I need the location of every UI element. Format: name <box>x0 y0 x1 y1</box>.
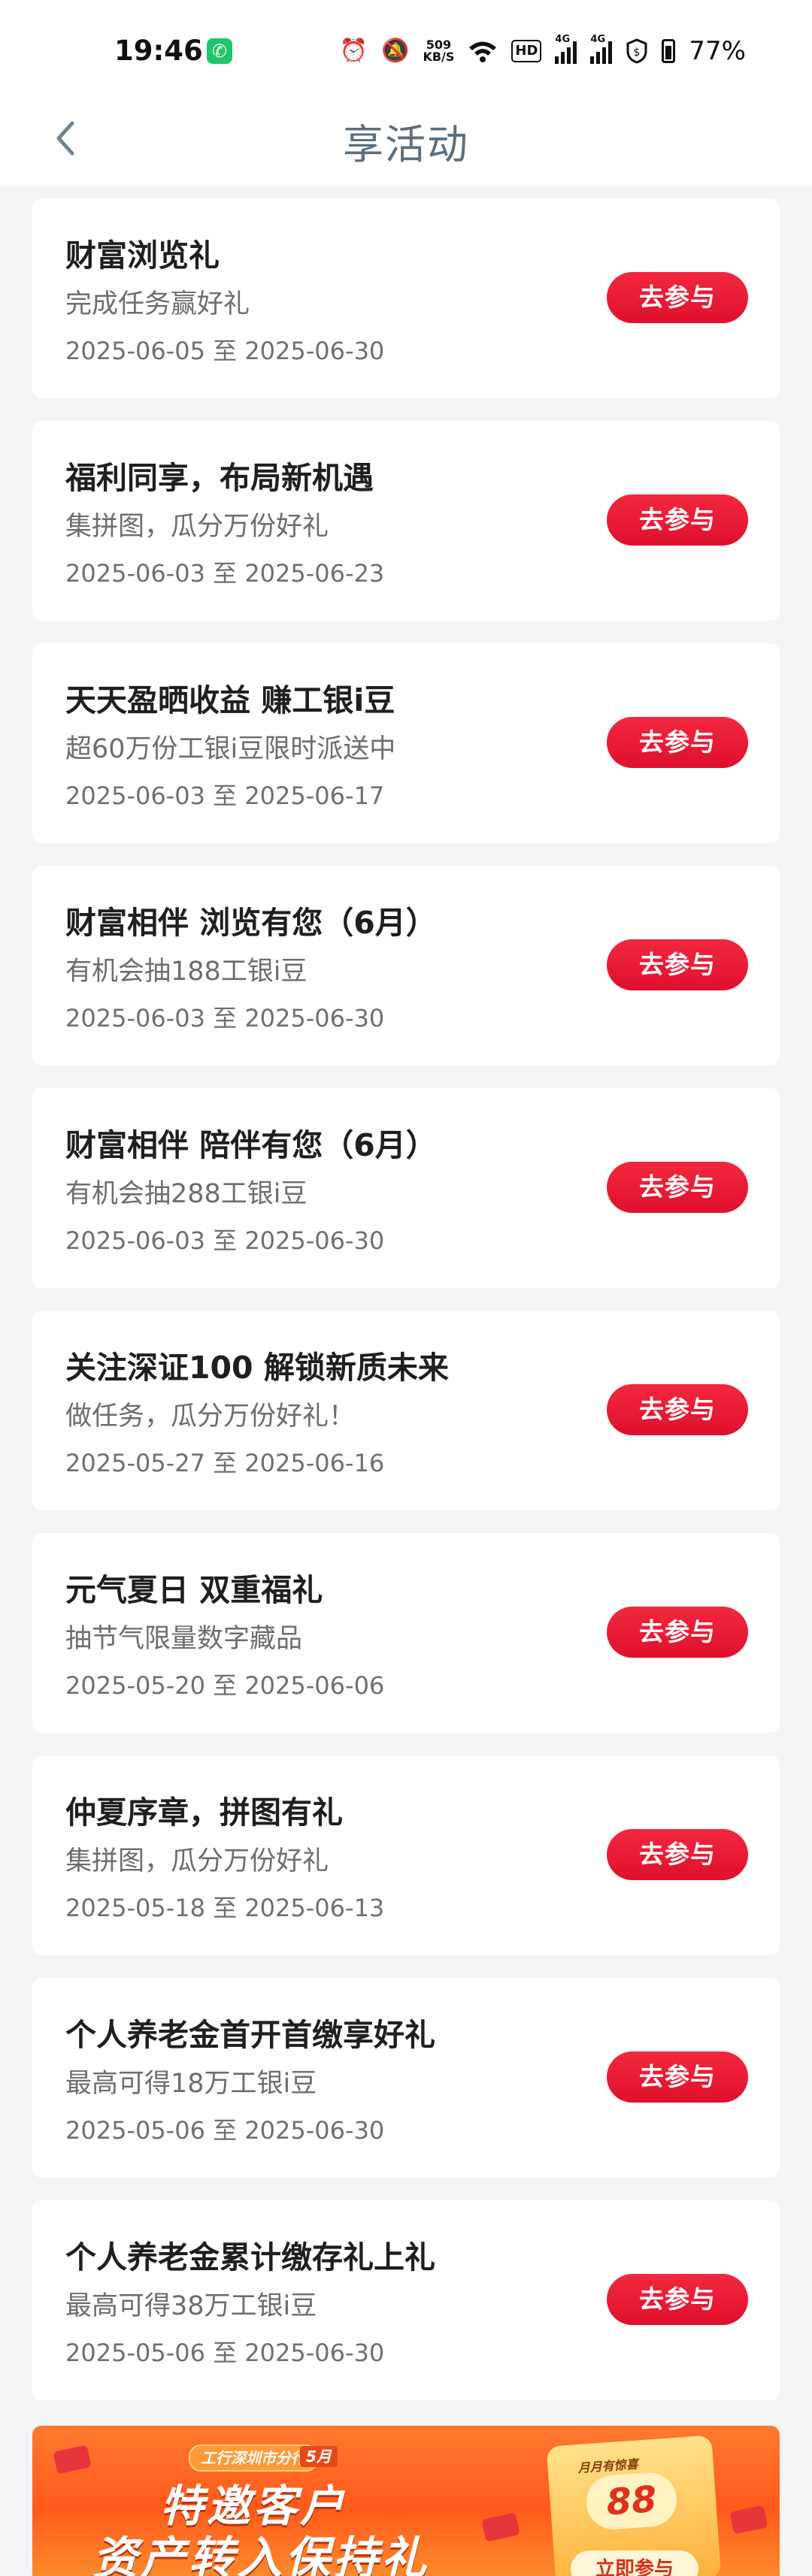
activity-title: 福利同享，布局新机遇 <box>65 460 374 496</box>
join-button[interactable]: 去参与 <box>607 2051 748 2103</box>
activity-title: 仲夏序章，拼图有礼 <box>65 1794 343 1831</box>
join-button[interactable]: 去参与 <box>607 1384 748 1435</box>
activity-date: 2025-06-05 至 2025-06-30 <box>65 337 385 365</box>
activity-date: 2025-05-06 至 2025-06-30 <box>65 2116 385 2145</box>
activity-date: 2025-06-03 至 2025-06-30 <box>65 1226 385 1255</box>
join-button[interactable]: 去参与 <box>607 272 748 323</box>
activity-title: 财富浏览礼 <box>65 237 220 274</box>
activity-title: 元气夏日 双重福礼 <box>65 1572 323 1608</box>
activity-card[interactable]: 关注深证100 解锁新质未来 做任务，瓜分万份好礼！ 2025-05-27 至 … <box>32 1311 780 1510</box>
activity-date: 2025-05-27 至 2025-06-16 <box>65 1449 385 1477</box>
signal-4g-icon: 4G <box>590 34 613 64</box>
mute-icon: 🔕 <box>381 38 410 64</box>
activity-title: 天天盈晒收益 赚工银i豆 <box>65 682 395 718</box>
join-button[interactable]: 去参与 <box>607 1829 748 1880</box>
activity-card[interactable]: 个人养老金累计缴存礼上礼 最高可得38万工银i豆 2025-05-06 至 20… <box>32 2200 780 2400</box>
activity-subtitle: 完成任务赢好礼 <box>65 289 250 319</box>
activity-title: 个人养老金累计缴存礼上礼 <box>65 2239 435 2275</box>
hd-icon: HD <box>511 40 542 62</box>
activity-title: 个人养老金首开首缴享好礼 <box>65 2017 435 2053</box>
activity-card[interactable]: 福利同享，布局新机遇 集拼图，瓜分万份好礼 2025-06-03 至 2025-… <box>32 421 780 621</box>
activity-subtitle: 集拼图，瓜分万份好礼 <box>65 512 329 542</box>
activity-date: 2025-05-20 至 2025-06-06 <box>65 1671 385 1700</box>
activity-title: 关注深证100 解锁新质未来 <box>65 1350 449 1386</box>
header: 享活动 <box>0 98 812 186</box>
activity-subtitle: 最高可得18万工银i豆 <box>65 2069 317 2099</box>
activity-date: 2025-06-03 至 2025-06-17 <box>65 782 385 810</box>
join-button[interactable]: 去参与 <box>607 717 748 768</box>
phone-call-icon: ✆ <box>207 38 232 64</box>
activity-subtitle: 超60万份工银i豆限时派送中 <box>65 734 396 764</box>
activity-card[interactable]: 财富浏览礼 完成任务赢好礼 2025-06-05 至 2025-06-30 去参… <box>32 198 780 398</box>
join-button[interactable]: 去参与 <box>607 494 748 546</box>
gift-label: 月月有惊喜 <box>577 2457 639 2476</box>
wifi-icon <box>469 41 497 62</box>
page-title: 享活动 <box>343 121 469 168</box>
activity-subtitle: 做任务，瓜分万份好礼！ <box>65 1401 356 1432</box>
promo-banner[interactable]: 工行深圳市分行 5月 特邀客户 资产转入保持礼 月月有惊喜 88 立即参与 <box>32 2426 780 2576</box>
join-button[interactable]: 去参与 <box>607 2274 748 2325</box>
net-speed: 509 KB/S <box>423 39 454 63</box>
banner-month-badge: 5月 <box>300 2446 338 2467</box>
banner-subtitle: 资产转入保持礼 <box>92 2532 429 2576</box>
svg-text:$: $ <box>634 47 641 59</box>
activity-card[interactable]: 元气夏日 双重福礼 抽节气限量数字藏品 2025-05-20 至 2025-06… <box>32 1533 780 1733</box>
activity-card[interactable]: 天天盈晒收益 赚工银i豆 超60万份工银i豆限时派送中 2025-06-03 至… <box>32 643 780 843</box>
shield-icon: $ <box>626 38 647 64</box>
decorative-envelope-icon <box>481 2512 520 2542</box>
net-speed-unit: KB/S <box>423 50 455 64</box>
decorative-envelope-icon <box>729 2505 768 2535</box>
activity-subtitle: 抽节气限量数字藏品 <box>65 1624 303 1654</box>
activity-card[interactable]: 财富相伴 浏览有您（6月） 有机会抽188工银i豆 2025-06-03 至 2… <box>32 866 780 1066</box>
battery-percent: 77% <box>689 36 746 66</box>
activity-list: 财富浏览礼 完成任务赢好礼 2025-06-05 至 2025-06-30 去参… <box>32 198 780 2423</box>
signal-4g-icon: 4G <box>555 34 577 64</box>
activity-date: 2025-06-03 至 2025-06-23 <box>65 559 385 588</box>
activity-title: 财富相伴 陪伴有您（6月） <box>65 1127 437 1163</box>
join-button[interactable]: 去参与 <box>607 1162 748 1213</box>
activity-subtitle: 有机会抽188工银i豆 <box>65 957 308 987</box>
join-button[interactable]: 去参与 <box>607 1607 748 1658</box>
activity-title: 财富相伴 浏览有您（6月） <box>65 905 437 941</box>
activity-date: 2025-05-18 至 2025-06-13 <box>65 1894 385 1922</box>
battery-icon <box>662 39 676 63</box>
activity-subtitle: 集拼图，瓜分万份好礼 <box>65 1846 329 1876</box>
status-bar: 19:46 ✆ ⏰ 🔕 509 KB/S HD 4G 4G $ 77% <box>0 0 812 98</box>
banner-branch-badge: 工行深圳市分行 <box>189 2444 318 2472</box>
activity-date: 2025-06-03 至 2025-06-30 <box>65 1004 385 1033</box>
status-icons: ⏰ 🔕 509 KB/S HD 4G 4G $ 77% <box>340 33 746 69</box>
gift-amount: 88 <box>584 2471 679 2532</box>
activity-card[interactable]: 仲夏序章，拼图有礼 集拼图，瓜分万份好礼 2025-05-18 至 2025-0… <box>32 1755 780 1955</box>
activity-card[interactable]: 个人养老金首开首缴享好礼 最高可得18万工银i豆 2025-05-06 至 20… <box>32 1978 780 2178</box>
signal-label-2: 4G <box>590 34 606 45</box>
decorative-envelope-icon <box>53 2444 92 2475</box>
activity-subtitle: 最高可得38万工银i豆 <box>65 2291 317 2321</box>
join-button[interactable]: 去参与 <box>607 939 748 990</box>
activity-card[interactable]: 财富相伴 陪伴有您（6月） 有机会抽288工银i豆 2025-06-03 至 2… <box>32 1088 780 1288</box>
alarm-icon: ⏰ <box>339 38 368 64</box>
activity-subtitle: 有机会抽288工银i豆 <box>65 1179 308 1209</box>
status-time: 19:46 <box>114 35 203 67</box>
banner-cta-button[interactable]: 立即参与 <box>571 2550 698 2576</box>
signal-label: 4G <box>555 34 571 45</box>
activity-date: 2025-05-06 至 2025-06-30 <box>65 2339 385 2367</box>
